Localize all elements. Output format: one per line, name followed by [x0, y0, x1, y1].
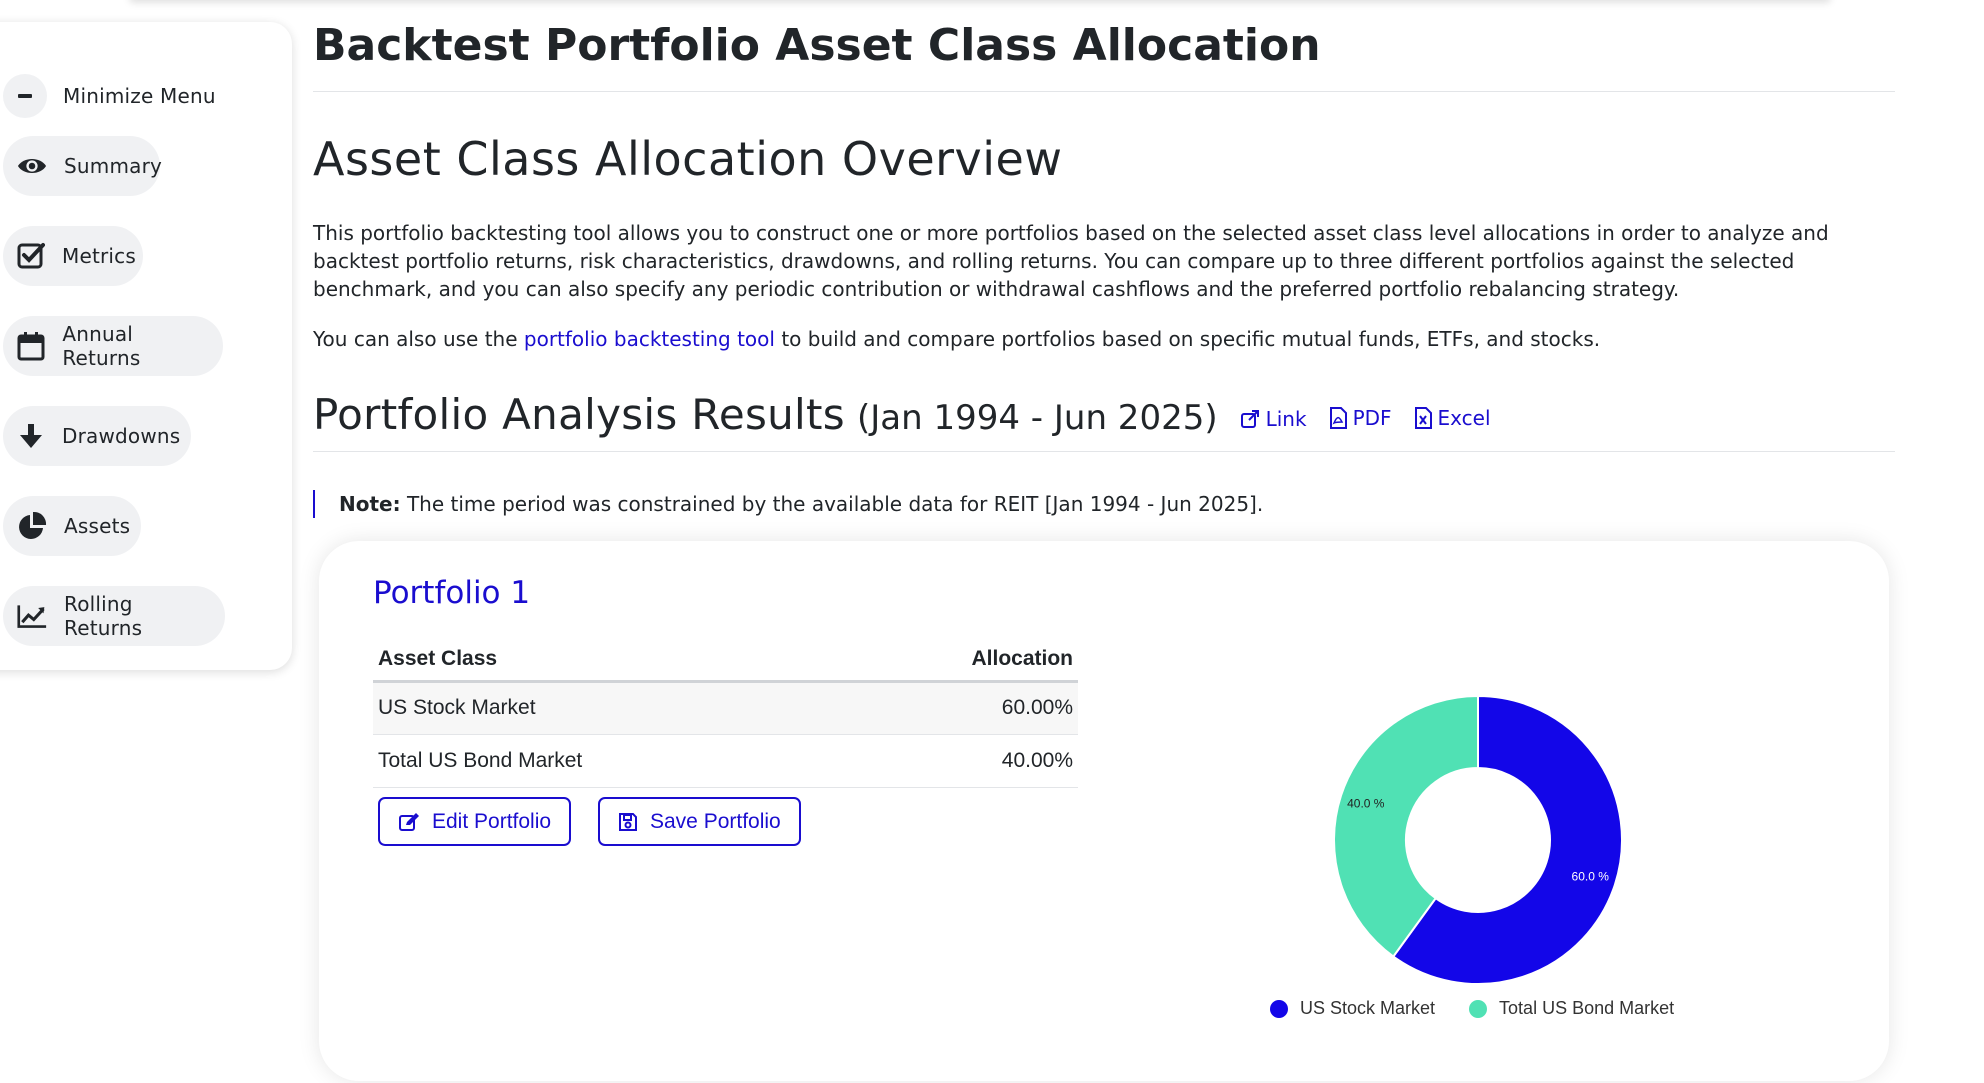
excel-action[interactable]: Excel [1414, 406, 1491, 430]
sidebar-menu: Minimize Menu Summary Metrics Annual Ret… [0, 22, 292, 670]
sidebar-item-annual-returns[interactable]: Annual Returns [3, 316, 223, 376]
allocation-cell: 60.00% [836, 681, 1078, 735]
minus-icon [3, 74, 47, 118]
link-label: Link [1265, 407, 1307, 431]
edit-icon [399, 812, 419, 831]
also-use-text: You can also use the portfolio backtesti… [313, 325, 1895, 353]
pdf-file-icon [1329, 407, 1347, 429]
pie-chart-icon [17, 511, 47, 541]
column-header-allocation: Allocation [836, 639, 1078, 683]
allocation-donut-chart: 60.0 % 40.0 % [1333, 694, 1623, 985]
asset-cell: Total US Bond Market [373, 734, 837, 788]
sidebar-item-summary[interactable]: Summary [3, 136, 163, 196]
pdf-label: PDF [1352, 406, 1392, 430]
legend-label: US Stock Market [1300, 998, 1436, 1018]
allocation-table: Asset Class Allocation US Stock Market 6… [373, 639, 1078, 788]
arrow-down-icon [17, 421, 45, 451]
sidebar-item-label: Metrics [62, 244, 136, 268]
sidebar-item-minimize-menu[interactable]: Minimize Menu [3, 66, 230, 126]
excel-file-icon [1414, 407, 1432, 429]
also-suffix: to build and compare portfolios based on… [781, 327, 1601, 351]
pdf-action[interactable]: PDF [1329, 406, 1392, 430]
sidebar-item-label: Drawdowns [62, 424, 181, 448]
table-row: US Stock Market 60.00% [373, 681, 1078, 735]
data-label: 60.0 % [1572, 869, 1610, 883]
sidebar-item-drawdowns[interactable]: Drawdowns [3, 406, 191, 466]
data-label: 40.0 % [1347, 797, 1385, 811]
legend-swatch [1270, 999, 1288, 1018]
external-link-icon [1240, 410, 1259, 428]
line-chart-icon [17, 601, 47, 631]
also-prefix: You can also use the [313, 327, 518, 351]
divider [313, 91, 1895, 92]
sidebar-item-label: Minimize Menu [63, 84, 216, 108]
results-heading-row: Portfolio Analysis Results (Jan 1994 - J… [313, 390, 1491, 439]
sidebar-item-label: Summary [64, 154, 163, 178]
asset-cell: US Stock Market [373, 681, 837, 735]
chart-legend: US Stock Market Total US Bond Market [1270, 998, 1708, 1019]
check-square-icon [17, 241, 45, 271]
sidebar-item-rolling-returns[interactable]: Rolling Returns [3, 586, 225, 646]
sidebar-item-label: Annual Returns [62, 322, 141, 370]
excel-label: Excel [1437, 406, 1491, 430]
allocation-cell: 40.00% [836, 734, 1078, 788]
note-text: The time period was constrained by the a… [406, 492, 1264, 516]
results-period: (Jan 1994 - Jun 2025) [856, 398, 1218, 438]
table-row: Total US Bond Market 40.00% [373, 734, 1078, 788]
note-label: Note: [339, 492, 401, 516]
save-portfolio-button[interactable]: Save Portfolio [598, 797, 801, 846]
save-portfolio-label: Save Portfolio [650, 809, 781, 833]
edit-portfolio-button[interactable]: Edit Portfolio [378, 797, 572, 846]
overview-text: This portfolio backtesting tool allows y… [313, 221, 1829, 301]
sidebar-item-assets[interactable]: Assets [3, 496, 141, 556]
calendar-icon [17, 331, 45, 361]
column-header-asset-class: Asset Class [373, 639, 837, 683]
eye-icon [17, 151, 47, 181]
table-header-row: Asset Class Allocation [373, 639, 1078, 683]
portfolio-title: Portfolio 1 [373, 575, 531, 611]
divider [313, 451, 1895, 452]
sidebar-item-label: Rolling Returns [64, 592, 143, 640]
legend-swatch [1469, 999, 1488, 1018]
page-title: Backtest Portfolio Asset Class Allocatio… [313, 20, 1321, 71]
sidebar-item-label: Assets [64, 514, 131, 538]
note-callout: Note: The time period was constrained by… [313, 490, 1263, 518]
portfolio-backtesting-tool-link[interactable]: portfolio backtesting tool [524, 327, 775, 351]
legend-label: Total US Bond Market [1499, 998, 1675, 1018]
link-action[interactable]: Link [1240, 407, 1307, 431]
legend-item-total-us-bond-market[interactable]: Total US Bond Market [1469, 998, 1674, 1019]
save-icon [619, 812, 637, 831]
results-heading: Portfolio Analysis Results [313, 390, 845, 439]
edit-portfolio-label: Edit Portfolio [432, 809, 552, 833]
overview-heading: Asset Class Allocation Overview [313, 132, 1063, 186]
legend-item-us-stock-market[interactable]: US Stock Market [1270, 998, 1435, 1019]
sidebar-item-metrics[interactable]: Metrics [3, 226, 143, 286]
